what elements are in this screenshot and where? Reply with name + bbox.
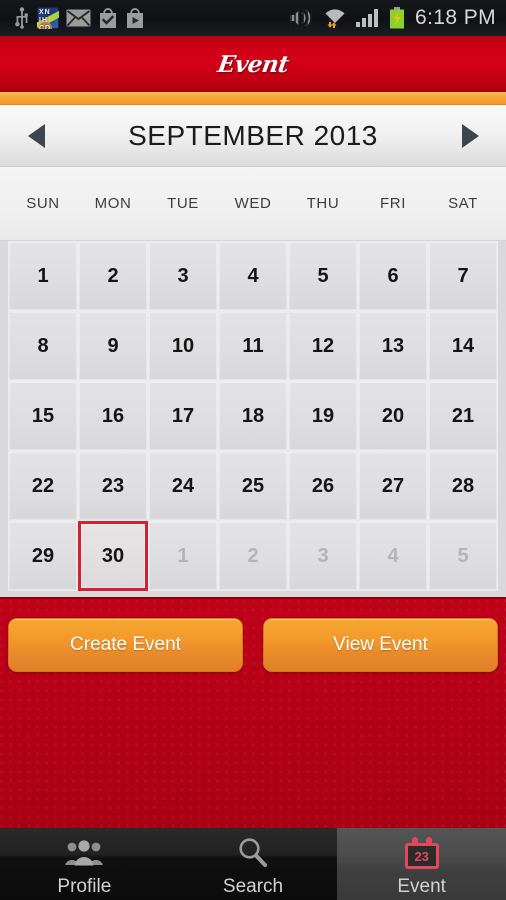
tab-event[interactable]: 23 Event bbox=[337, 828, 506, 900]
calendar-day[interactable]: 6 bbox=[358, 241, 428, 311]
calendar-day[interactable]: 28 bbox=[428, 451, 498, 521]
month-navigation-bar: SEPTEMBER 2013 bbox=[0, 105, 506, 167]
tab-label-profile: Profile bbox=[57, 876, 112, 897]
wifi-icon bbox=[325, 9, 345, 28]
calendar-day[interactable]: 11 bbox=[218, 311, 288, 381]
calendar-day[interactable]: 13 bbox=[358, 311, 428, 381]
play-store-installed-icon bbox=[100, 8, 116, 28]
calendar-day-selected[interactable]: 30 bbox=[78, 521, 148, 591]
weekday-header-row: SUN MON TUE WED THU FRI SAT bbox=[0, 167, 506, 241]
calendar-day[interactable]: 9 bbox=[78, 311, 148, 381]
app-title-bar: Event bbox=[0, 36, 506, 92]
calendar-day[interactable]: 15 bbox=[8, 381, 78, 451]
calendar-day[interactable]: 25 bbox=[218, 451, 288, 521]
calendar-day[interactable]: 1 bbox=[148, 521, 218, 591]
calendar-day[interactable]: 29 bbox=[8, 521, 78, 591]
calendar-day[interactable]: 5 bbox=[428, 521, 498, 591]
page-title: Event bbox=[215, 50, 291, 78]
weekday-label-fri: FRI bbox=[380, 195, 406, 212]
calendar-day[interactable]: 12 bbox=[288, 311, 358, 381]
calendar-day[interactable]: 18 bbox=[218, 381, 288, 451]
weekday-label-sat: SAT bbox=[448, 195, 478, 212]
status-bar-right-icons: 6:18 PM bbox=[289, 6, 506, 30]
weekday-label-tue: TUE bbox=[167, 195, 199, 212]
magnifier-icon bbox=[236, 834, 270, 872]
weekday-label-mon: MON bbox=[94, 195, 132, 212]
bottom-tab-bar: Profile Search 23 Event bbox=[0, 828, 506, 900]
tab-label-event: Event bbox=[397, 876, 446, 897]
app-notification-icon: XN IH CD bbox=[37, 7, 59, 29]
view-event-button[interactable]: View Event bbox=[263, 618, 498, 672]
app-root: XN IH CD 6:18 PM Event SEPTEMBER 2013 SU… bbox=[0, 0, 506, 900]
calendar-day[interactable]: 10 bbox=[148, 311, 218, 381]
tab-profile[interactable]: Profile bbox=[0, 828, 169, 900]
create-event-button[interactable]: Create Event bbox=[8, 618, 243, 672]
tab-label-search: Search bbox=[222, 876, 284, 897]
weekday-label-thu: THU bbox=[306, 195, 340, 212]
calendar-day[interactable]: 2 bbox=[78, 241, 148, 311]
calendar-day[interactable]: 7 bbox=[428, 241, 498, 311]
calendar-icon: 23 bbox=[404, 834, 439, 872]
calendar-icon-day: 23 bbox=[414, 848, 429, 864]
calendar-day[interactable]: 4 bbox=[218, 241, 288, 311]
mail-icon bbox=[66, 9, 91, 27]
calendar-day[interactable]: 3 bbox=[148, 241, 218, 311]
tab-search[interactable]: Search bbox=[168, 828, 338, 900]
calendar-day[interactable]: 22 bbox=[8, 451, 78, 521]
calendar-day[interactable]: 16 bbox=[78, 381, 148, 451]
calendar-day[interactable]: 26 bbox=[288, 451, 358, 521]
cellular-signal-icon bbox=[355, 9, 378, 27]
calendar-day[interactable]: 27 bbox=[358, 451, 428, 521]
calendar-day[interactable]: 5 bbox=[288, 241, 358, 311]
calendar-day[interactable]: 2 bbox=[218, 521, 288, 591]
action-button-row: Create Event View Event bbox=[0, 618, 506, 672]
calendar-day[interactable]: 17 bbox=[148, 381, 218, 451]
calendar-day[interactable]: 21 bbox=[428, 381, 498, 451]
status-bar-clock: 6:18 PM bbox=[414, 6, 496, 29]
people-icon bbox=[64, 834, 104, 872]
calendar-day[interactable]: 8 bbox=[8, 311, 78, 381]
chevron-right-icon bbox=[461, 123, 479, 148]
month-year-label: SEPTEMBER 2013 bbox=[128, 119, 378, 151]
calendar-day[interactable]: 3 bbox=[288, 521, 358, 591]
app-icon-letters: XN IH CD bbox=[39, 9, 52, 29]
calendar-day[interactable]: 20 bbox=[358, 381, 428, 451]
calendar-day[interactable]: 23 bbox=[78, 451, 148, 521]
status-bar-left-icons: XN IH CD bbox=[0, 7, 145, 29]
weekday-label-wed: WED bbox=[234, 195, 272, 212]
accent-divider bbox=[0, 92, 506, 105]
calendar-day[interactable]: 24 bbox=[148, 451, 218, 521]
usb-icon bbox=[15, 7, 28, 29]
status-bar: XN IH CD 6:18 PM bbox=[0, 0, 506, 36]
weekday-label-sun: SUN bbox=[26, 195, 60, 212]
calendar-day[interactable]: 19 bbox=[288, 381, 358, 451]
calendar-grid: 1 2 3 4 5 6 7 8 9 10 11 12 13 14 15 16 17 18 19 20 21 22 23 24 2… bbox=[8, 241, 498, 595]
calendar-day[interactable]: 14 bbox=[428, 311, 498, 381]
calendar-day[interactable]: 1 bbox=[8, 241, 78, 311]
sound-muted-icon bbox=[289, 8, 312, 28]
calendar-day[interactable]: 4 bbox=[358, 521, 428, 591]
chevron-left-icon bbox=[27, 123, 45, 148]
battery-charging-icon bbox=[389, 7, 404, 29]
play-store-icon bbox=[127, 8, 143, 28]
prev-month-button[interactable] bbox=[0, 105, 72, 167]
next-month-button[interactable] bbox=[434, 105, 506, 167]
